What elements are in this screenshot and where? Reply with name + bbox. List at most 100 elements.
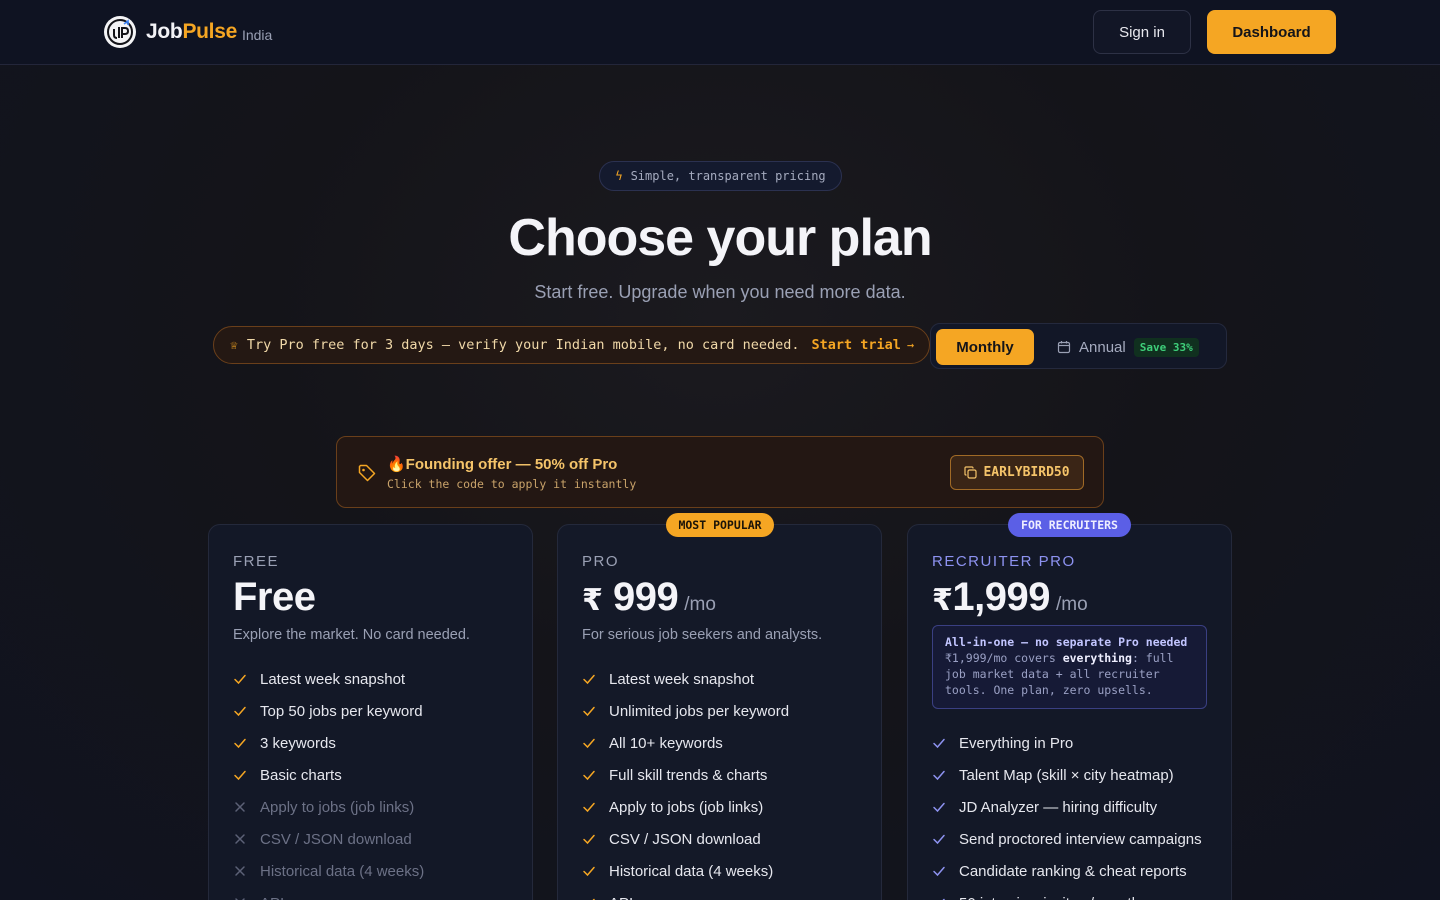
feature-label: Full skill trends & charts xyxy=(609,766,768,784)
all-in-one-note: All-in-one — no separate Pro needed ₹1,9… xyxy=(932,625,1207,709)
monthly-option[interactable]: Monthly xyxy=(936,329,1034,365)
page-title: Choose your plan xyxy=(508,209,932,267)
feature-label: CSV / JSON download xyxy=(609,830,761,848)
start-trial-link[interactable]: Start trial xyxy=(812,337,901,353)
check-icon xyxy=(583,706,595,717)
page-subtitle: Start free. Upgrade when you need more d… xyxy=(534,282,906,302)
check-icon xyxy=(942,898,945,900)
currency-symbol: ₹ xyxy=(582,584,603,617)
feature-label: Everything in Pro xyxy=(959,734,1074,752)
x-icon xyxy=(235,898,245,900)
feature-item: Latest week snapshot xyxy=(233,663,424,695)
check-icon xyxy=(234,770,246,781)
feature-label: Latest week snapshot xyxy=(260,670,406,688)
feature-item: Top 50 jobs per keyword xyxy=(233,695,424,727)
price-amount: 999 xyxy=(613,575,679,619)
copy-icon xyxy=(964,466,978,479)
feature-label: 50 interview invites / month xyxy=(959,895,1140,900)
check-icon xyxy=(583,834,595,845)
x-icon xyxy=(235,834,245,844)
x-icon xyxy=(235,866,245,876)
feature-item: All 10+ keywords xyxy=(582,727,789,759)
feature-item: CSV / JSON download xyxy=(582,823,789,855)
feature-list: Latest week snapshot Unlimited jobs per k… xyxy=(582,663,789,900)
feature-label: API xyxy=(609,895,633,900)
feature-item: 3 keywords xyxy=(233,727,424,759)
trial-banner[interactable]: ♕ Try Pro free for 3 days — verify your … xyxy=(213,326,930,364)
feature-item: Unlimited jobs per keyword xyxy=(582,695,789,727)
bolt-icon: ϟ xyxy=(615,169,623,183)
price-period: /mo xyxy=(1055,594,1088,615)
feature-item: Latest week snapshot xyxy=(582,663,789,695)
plan-card-pro: MOST POPULAR PRO ₹ 999/mo For serious jo… xyxy=(557,513,882,900)
feature-label: Basic charts xyxy=(260,766,342,784)
check-icon xyxy=(583,738,595,749)
save-badge: Save 33% xyxy=(1133,337,1199,357)
feature-label: Unlimited jobs per keyword xyxy=(609,702,790,720)
feature-label: CSV / JSON download xyxy=(260,830,412,848)
plan-tier: PRO xyxy=(582,553,620,570)
check-icon xyxy=(583,770,595,781)
billing-toggle: Monthly Annual Save 33% xyxy=(930,323,1227,369)
offer-subtitle: Click the code to apply it instantly xyxy=(387,477,637,491)
feature-item: 50 interview invites / month xyxy=(932,887,1202,900)
brand-country: India xyxy=(241,26,273,43)
check-icon xyxy=(583,802,595,813)
plan-tier: RECRUITER PRO xyxy=(932,553,1076,570)
check-icon xyxy=(933,738,945,749)
feature-item: CSV / JSON download xyxy=(233,823,424,855)
check-icon xyxy=(583,866,595,877)
check-icon xyxy=(234,674,246,685)
logo-icon xyxy=(104,16,136,48)
feature-item: Historical data (4 weeks) xyxy=(582,855,789,887)
feature-label: Historical data (4 weeks) xyxy=(609,862,774,880)
feature-label: API xyxy=(260,895,284,900)
sign-in-button[interactable]: Sign in xyxy=(1093,10,1191,54)
calendar-icon xyxy=(1057,341,1071,354)
feature-label: Top 50 jobs per keyword xyxy=(260,702,423,720)
top-nav: JobPulse India Sign in Dashboard xyxy=(0,0,1440,65)
most-popular-badge: MOST POPULAR xyxy=(666,513,774,537)
feature-item: Send proctored interview campaigns xyxy=(932,823,1202,855)
check-icon xyxy=(234,706,246,717)
feature-label: Candidate ranking & cheat reports xyxy=(959,862,1187,880)
check-icon xyxy=(234,738,246,749)
plan-card-free: FREE Free Explore the market. No card ne… xyxy=(208,524,533,900)
feature-label: Talent Map (skill × city heatmap) xyxy=(959,766,1174,784)
promo-code: EARLYBIRD50 xyxy=(983,465,1070,480)
arrow-right-icon: → xyxy=(906,338,915,352)
note-heading: All-in-one — no separate Pro needed xyxy=(945,635,1188,649)
feature-list: Latest week snapshot Top 50 jobs per keyw… xyxy=(233,663,424,900)
feature-item: Candidate ranking & cheat reports xyxy=(932,855,1202,887)
annual-label: Annual xyxy=(1079,338,1126,356)
plan-tier: FREE xyxy=(233,553,280,570)
trial-text: Try Pro free for 3 days — verify your In… xyxy=(246,337,800,353)
feature-label: JD Analyzer — hiring difficulty xyxy=(959,798,1158,816)
note-bold: everything xyxy=(1062,651,1132,665)
price-amount: 1,999 xyxy=(952,575,1050,619)
feature-item: JD Analyzer — hiring difficulty xyxy=(932,791,1202,823)
annual-option[interactable]: Annual Save 33% xyxy=(1057,329,1199,365)
feature-label: All 10+ keywords xyxy=(609,734,723,752)
feature-label: Apply to jobs (job links) xyxy=(609,798,764,816)
feature-item: Historical data (4 weeks) xyxy=(233,855,424,887)
note-pre: ₹1,999/mo covers xyxy=(945,651,1063,665)
offer-title: 🔥Founding offer — 50% off Pro xyxy=(387,456,618,473)
plan-card-recruiter: FOR RECRUITERS RECRUITER PRO ₹1,999/mo A… xyxy=(907,513,1232,900)
tag-icon xyxy=(358,464,376,482)
promo-code-button[interactable]: EARLYBIRD50 xyxy=(950,455,1084,490)
feature-item: Talent Map (skill × city heatmap) xyxy=(932,759,1202,791)
check-icon xyxy=(933,834,945,845)
x-icon xyxy=(235,802,245,812)
dashboard-button[interactable]: Dashboard xyxy=(1207,10,1336,54)
pill-text: Simple, transparent pricing xyxy=(630,169,826,183)
pricing-pill: ϟ Simple, transparent pricing xyxy=(599,161,842,191)
plan-price: ₹ 999/mo xyxy=(582,575,716,620)
check-icon xyxy=(933,866,945,877)
brand-name: JobPulse xyxy=(146,20,237,43)
for-recruiters-badge: FOR RECRUITERS xyxy=(1008,513,1131,537)
founding-offer-banner: 🔥Founding offer — 50% off Pro Click the … xyxy=(336,436,1104,508)
crown-icon: ♕ xyxy=(230,337,238,353)
logo[interactable]: JobPulse India xyxy=(104,16,272,48)
feature-item: Full skill trends & charts xyxy=(582,759,789,791)
